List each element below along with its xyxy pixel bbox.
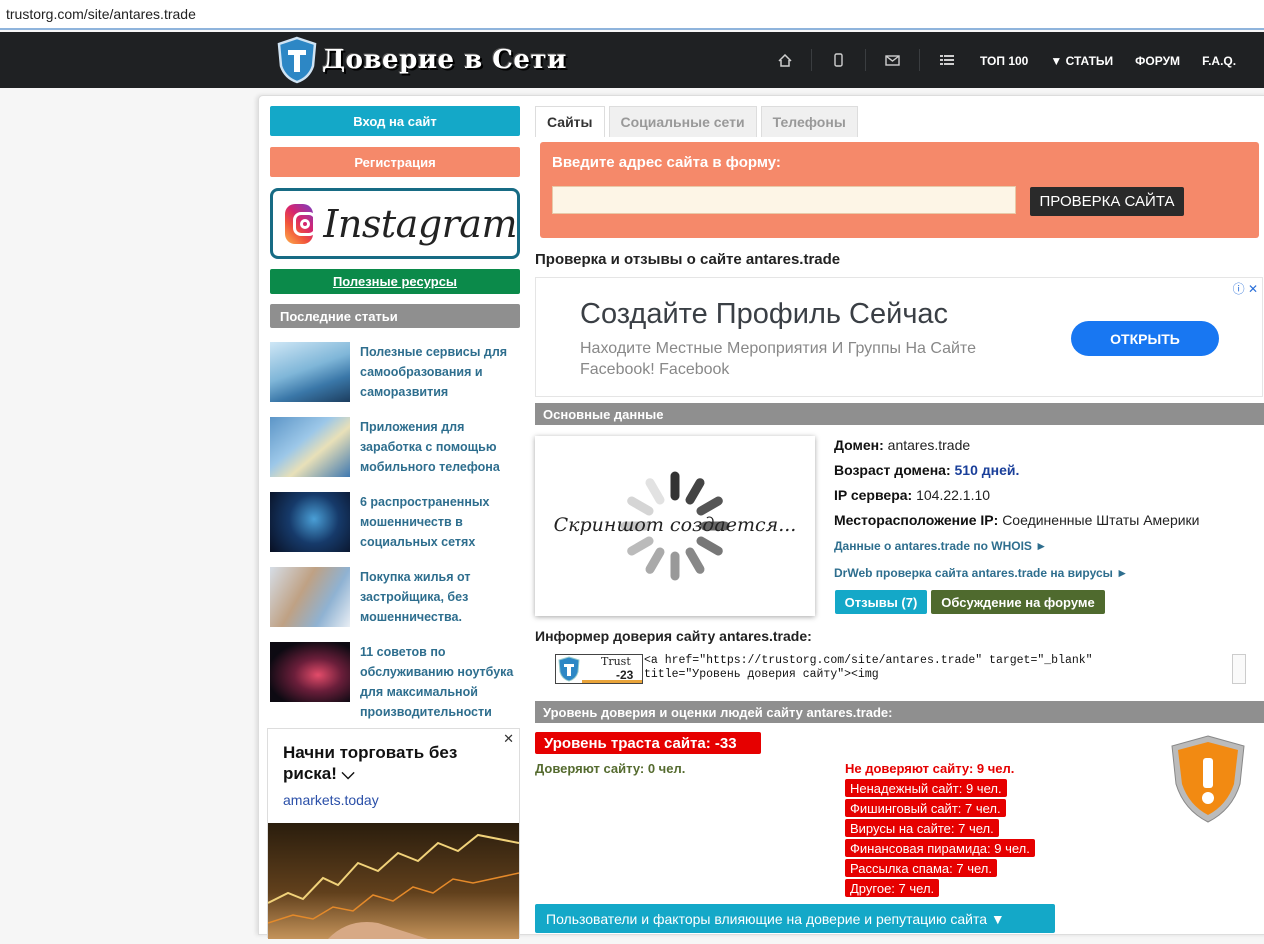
reason-badge: Вирусы на сайте: 7 чел.: [845, 819, 999, 837]
ad-info-icon[interactable]: ⓘ ✕: [1233, 280, 1258, 297]
reason-badge: Ненадежный сайт: 9 чел.: [845, 779, 1007, 797]
reason-badge: Фишинговый сайт: 7 чел.: [845, 799, 1006, 817]
site-url-input[interactable]: [552, 186, 1016, 214]
article-thumbnail[interactable]: [270, 492, 350, 552]
list-icon[interactable]: [920, 49, 974, 71]
ad-open-button[interactable]: ОТКРЫТЬ: [1071, 321, 1219, 356]
page-title: Проверка и отзывы о сайте antares.trade: [535, 251, 841, 268]
nav-top100[interactable]: ТОП 100: [980, 54, 1028, 68]
informer-title: Информер доверия сайту antares.trade:: [535, 628, 812, 644]
domain-age-row: Возраст домена: 510 дней.: [834, 462, 1020, 478]
forum-discussion-button[interactable]: Обсуждение на форуме: [931, 590, 1105, 614]
warning-shield-icon: [1171, 735, 1245, 823]
nav-faq[interactable]: F.A.Q.: [1202, 54, 1236, 68]
article-item[interactable]: 6 распространенных мошенничеств в социал…: [270, 492, 520, 554]
reason-badge: Финансовая пирамида: 9 чел.: [845, 839, 1035, 857]
home-icon[interactable]: [758, 49, 812, 71]
search-tabs: Сайты Социальные сети Телефоны: [535, 106, 862, 137]
badge-bar: [582, 680, 642, 683]
register-button[interactable]: Регистрация: [270, 147, 520, 177]
instagram-text: Instagram: [323, 201, 517, 246]
reason-badge: Рассылка спама: 7 чел.: [845, 859, 997, 877]
shield-logo-icon: [558, 656, 580, 682]
main-data-header: Основные данные: [535, 403, 1264, 425]
resources-button[interactable]: Полезные ресурсы: [270, 269, 520, 294]
ad-url[interactable]: amarkets.today: [283, 792, 379, 808]
tab-phones[interactable]: Телефоны: [760, 106, 858, 137]
nav-forum[interactable]: ФОРУМ: [1135, 54, 1180, 68]
domain-age-value: 510 дней.: [954, 462, 1020, 478]
reason-badge: Другое: 7 чел.: [845, 879, 940, 897]
instagram-banner[interactable]: Instagram: [270, 188, 520, 259]
informer-code[interactable]: <a href="https://trustorg.com/site/antar…: [644, 654, 1234, 684]
article-thumbnail[interactable]: [270, 342, 350, 402]
site-header: Доверие в Сети ТОП 100 ▼ СТАТЬИ ФОРУМ F.…: [0, 32, 1264, 88]
reviews-button[interactable]: Отзывы (7): [835, 590, 927, 614]
site-screenshot: Скриншот создается...: [535, 436, 815, 616]
article-title[interactable]: Полезные сервисы для самообразования и с…: [360, 342, 520, 404]
trust-level-badge: Уровень траста сайта: -33: [535, 732, 761, 754]
chart-image-icon: [267, 833, 520, 939]
article-item[interactable]: Приложения для заработка с помощью мобил…: [270, 417, 520, 479]
article-item[interactable]: Полезные сервисы для самообразования и с…: [270, 342, 520, 404]
login-button[interactable]: Вход на сайт: [270, 106, 520, 136]
article-thumbnail[interactable]: [270, 567, 350, 627]
article-title[interactable]: Покупка жилья от застройщика, без мошенн…: [360, 567, 520, 629]
url-text[interactable]: trustorg.com/site/antares.trade: [6, 6, 196, 22]
check-site-button[interactable]: ПРОВЕРКА САЙТА: [1030, 187, 1184, 216]
article-item[interactable]: Покупка жилья от застройщика, без мошенн…: [270, 567, 520, 629]
article-thumbnail[interactable]: [270, 417, 350, 477]
close-icon[interactable]: ✕: [503, 731, 514, 747]
sidebar-ad[interactable]: ✕ Начни торговать без риска! ⌵ amarkets.…: [267, 728, 520, 939]
form-label: Введите адрес сайта в форму:: [552, 154, 781, 171]
screenshot-status: Скриншот создается...: [553, 514, 797, 536]
article-title[interactable]: 11 советов по обслуживанию ноутбука для …: [360, 642, 520, 719]
ip-row: IP сервера: 104.22.1.10: [834, 487, 991, 503]
code-scrollbar[interactable]: [1232, 654, 1246, 684]
tab-social[interactable]: Социальные сети: [608, 106, 757, 137]
instagram-icon: [285, 203, 318, 244]
site-logo[interactable]: Доверие в Сети: [276, 35, 567, 85]
nav-articles[interactable]: ▼ СТАТЬИ: [1050, 54, 1113, 68]
ad-title[interactable]: Начни торговать без риска! ⌵: [283, 742, 483, 784]
site-check-form: Введите адрес сайта в форму: ПРОВЕРКА СА…: [540, 142, 1259, 238]
recent-articles-header: Последние статьи: [270, 304, 520, 328]
location-value: Соединенные Штаты Америки: [1002, 512, 1200, 528]
domain-value: antares.trade: [887, 437, 971, 453]
ad-banner[interactable]: ⓘ ✕ Создайте Профиль Сейчас Находите Мес…: [535, 277, 1263, 397]
article-title[interactable]: Приложения для заработка с помощью мобил…: [360, 417, 520, 479]
logo-text: Доверие в Сети: [322, 45, 567, 75]
drweb-link[interactable]: DrWeb проверка сайта antares.trade на ви…: [834, 566, 1128, 580]
ad-subtext[interactable]: Находите Местные Мероприятия И Группы На…: [580, 338, 1030, 380]
tab-sites[interactable]: Сайты: [535, 106, 605, 137]
nav-icon-bar: [758, 49, 974, 71]
article-thumbnail[interactable]: [270, 642, 350, 702]
chevron-down-icon: ⌵: [341, 764, 355, 783]
whois-link[interactable]: Данные о antares.trade по WHOIS ►: [834, 539, 1047, 553]
nav-links: ТОП 100 ▼ СТАТЬИ ФОРУМ F.A.Q.: [980, 54, 1236, 68]
trust-yes-count: Доверяют сайту: 0 чел.: [535, 761, 686, 776]
ad-image[interactable]: [267, 823, 520, 939]
article-item[interactable]: 11 советов по обслуживанию ноутбука для …: [270, 642, 520, 719]
mail-icon[interactable]: [866, 49, 920, 71]
location-row: Месторасположение IP: Соединенные Штаты …: [834, 512, 1200, 528]
users-factors-button[interactable]: Пользователи и факторы влияющие на довер…: [535, 904, 1055, 933]
phone-icon[interactable]: [812, 49, 866, 71]
badge-label: Trust: [601, 655, 631, 668]
ad-headline[interactable]: Создайте Профиль Сейчас: [580, 298, 948, 331]
domain-row: Домен: antares.trade: [834, 437, 971, 453]
ip-value: 104.22.1.10: [916, 487, 991, 503]
shield-logo-icon: [277, 36, 317, 84]
trust-header: Уровень доверия и оценки людей сайту ant…: [535, 701, 1264, 723]
trust-informer-badge[interactable]: Trust -23: [555, 654, 643, 684]
address-bar[interactable]: trustorg.com/site/antares.trade: [0, 0, 1264, 30]
trust-no-count: Не доверяют сайту: 9 чел.: [845, 761, 1015, 776]
article-title[interactable]: 6 распространенных мошенничеств в социал…: [360, 492, 520, 554]
